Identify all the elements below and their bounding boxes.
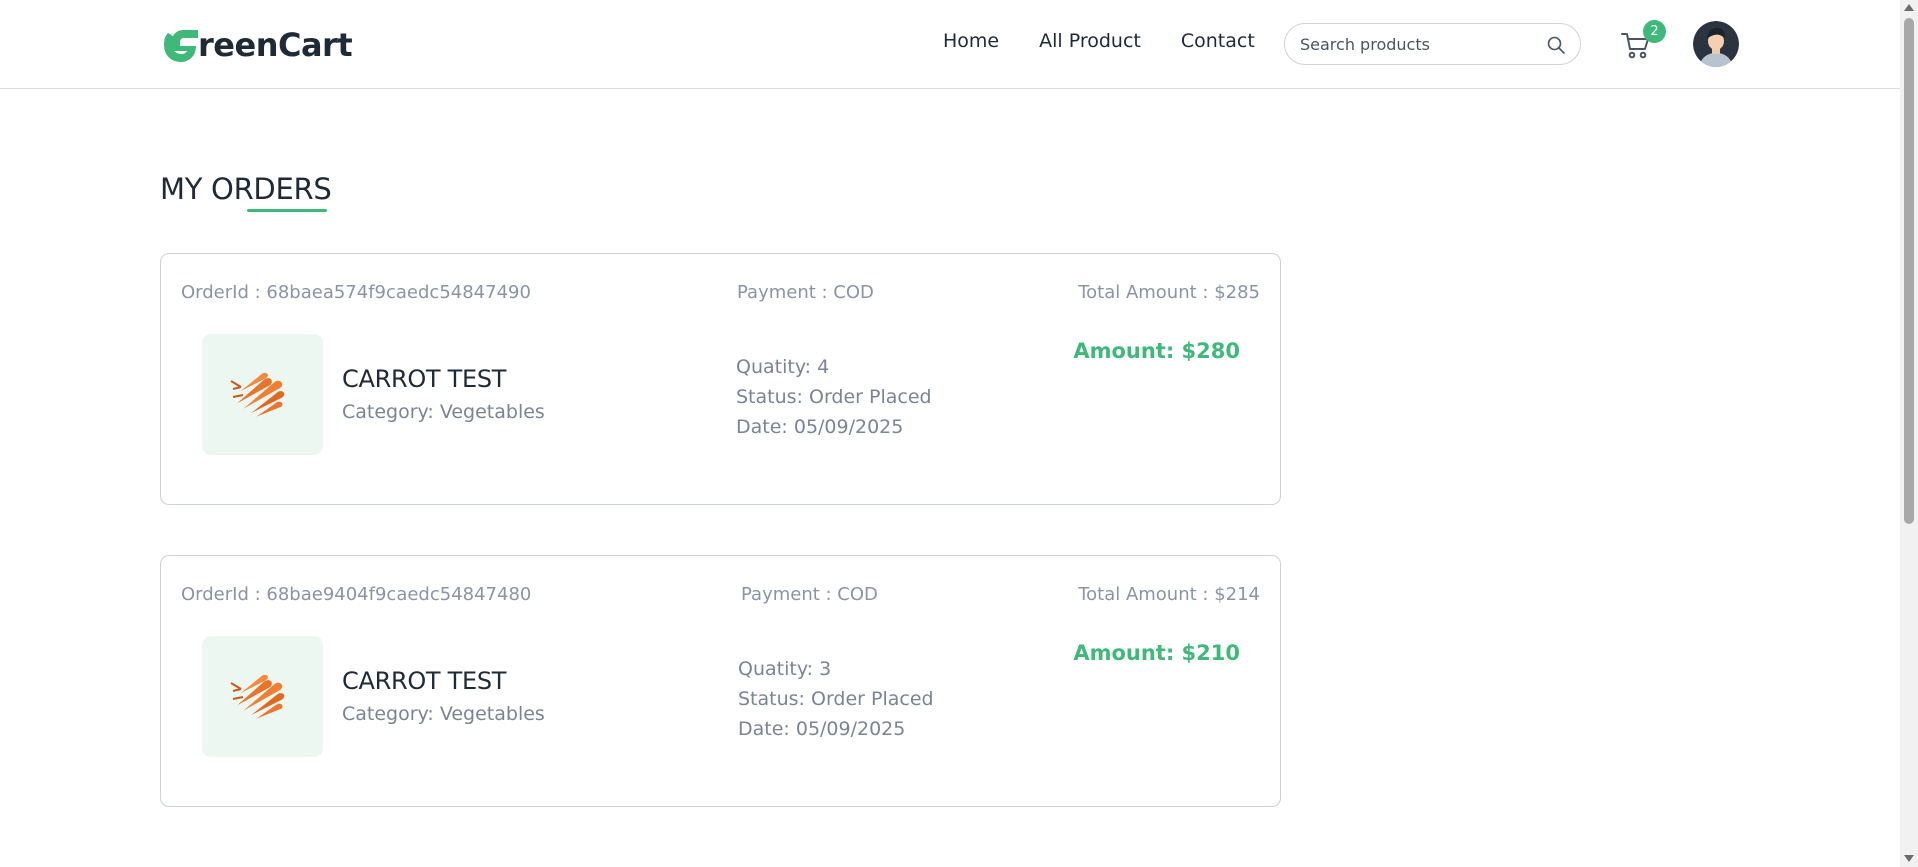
nav-contact[interactable]: Contact: [1181, 30, 1255, 52]
order-meta: Quatity: 3 Status: Order Placed Date: 05…: [738, 654, 934, 744]
carrot-icon: [229, 674, 284, 719]
navbar: reenCart Home All Product Contact 2: [0, 0, 1900, 89]
order-meta: Quatity: 4 Status: Order Placed Date: 05…: [736, 352, 932, 442]
nav-all-product[interactable]: All Product: [1039, 30, 1141, 52]
search-input[interactable]: [1300, 34, 1530, 54]
product-category: Category: Vegetables: [342, 401, 545, 423]
user-avatar[interactable]: [1693, 21, 1739, 67]
total-amount: Total Amount : $214: [1078, 584, 1260, 605]
cart-count-badge: 2: [1643, 20, 1666, 43]
avatar-icon: [1693, 21, 1739, 67]
order-quantity: Quatity: 3: [738, 658, 832, 680]
order-date: Date: 05/09/2025: [736, 416, 904, 438]
main-nav: Home All Product Contact: [943, 30, 1295, 52]
order-amount: Amount: $210: [1073, 641, 1240, 665]
search-icon[interactable]: [1546, 35, 1566, 55]
order-id: OrderId : 68bae9404f9caedc54847480: [181, 584, 532, 605]
order-card: OrderId : 68baea574f9caedc54847490 Payme…: [160, 253, 1281, 505]
order-id: OrderId : 68baea574f9caedc54847490: [181, 282, 531, 303]
search-box: [1284, 23, 1581, 65]
page-title: MY ORDERS: [160, 172, 332, 206]
title-underline: [247, 209, 327, 212]
logo-text: reenCart: [198, 26, 353, 64]
nav-home[interactable]: Home: [943, 30, 999, 52]
scroll-up-arrow-icon[interactable]: [1904, 4, 1914, 11]
scroll-down-arrow-icon[interactable]: [1904, 855, 1914, 862]
product-name: CARROT TEST: [342, 667, 507, 695]
order-date: Date: 05/09/2025: [738, 718, 906, 740]
order-quantity: Quatity: 4: [736, 356, 830, 378]
carrot-icon: [229, 372, 284, 417]
order-amount: Amount: $280: [1073, 339, 1240, 363]
product-category: Category: Vegetables: [342, 703, 545, 725]
scrollbar-thumb[interactable]: [1904, 18, 1914, 524]
product-image: [202, 334, 323, 455]
product-name: CARROT TEST: [342, 365, 507, 393]
order-card: OrderId : 68bae9404f9caedc54847480 Payme…: [160, 555, 1281, 807]
order-status: Status: Order Placed: [736, 386, 932, 408]
total-amount: Total Amount : $285: [1078, 282, 1260, 303]
payment-method: Payment : COD: [741, 584, 878, 605]
payment-method: Payment : COD: [737, 282, 874, 303]
product-image: [202, 636, 323, 757]
vertical-scrollbar[interactable]: [1900, 0, 1918, 867]
order-status: Status: Order Placed: [738, 688, 934, 710]
greencart-logo[interactable]: reenCart: [158, 24, 353, 66]
